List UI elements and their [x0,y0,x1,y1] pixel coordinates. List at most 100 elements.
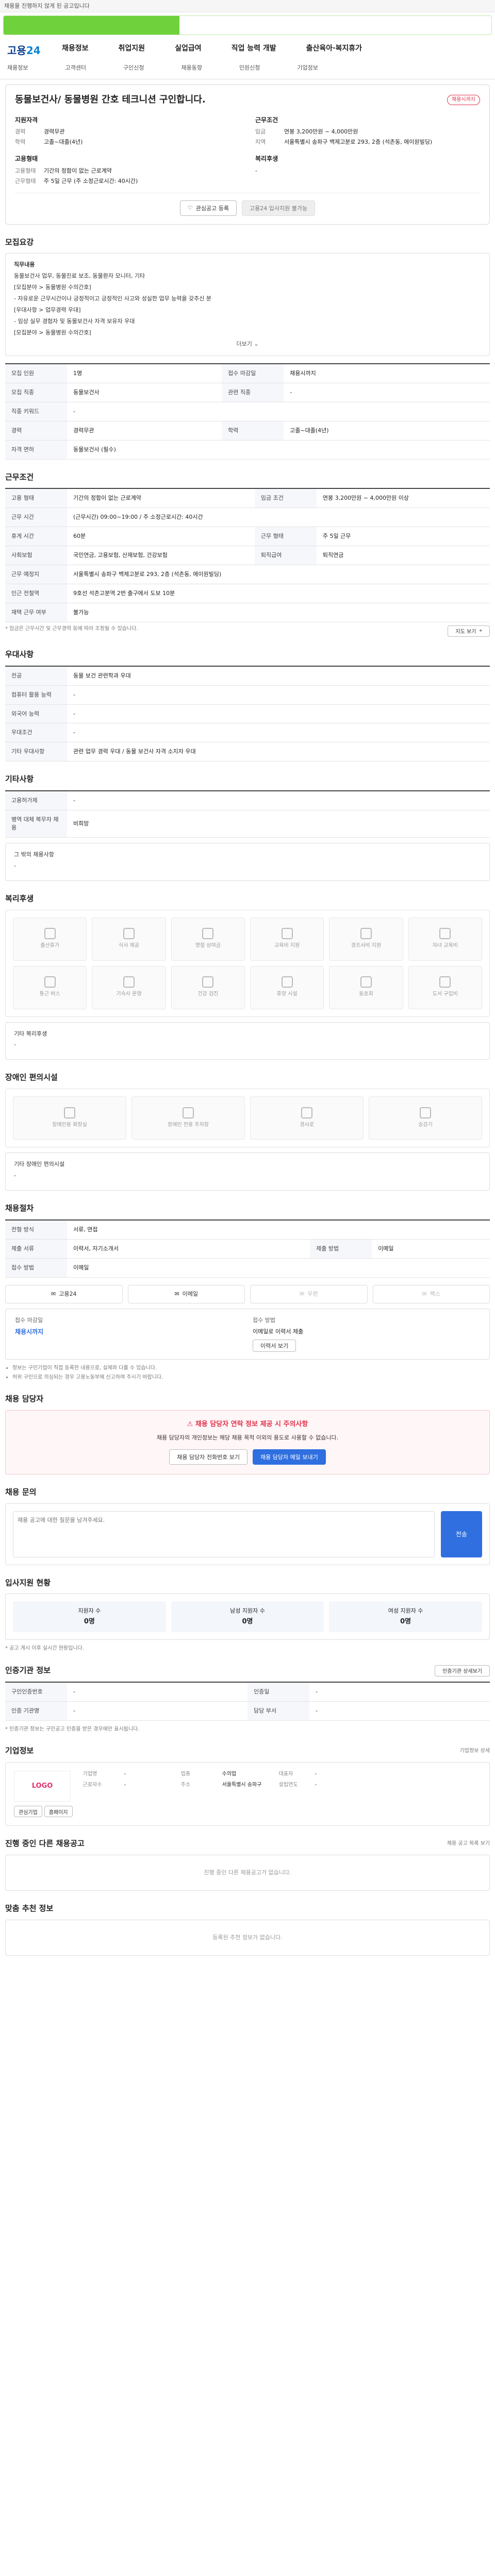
agency-detail-button[interactable]: 인증기관 상세보기 [435,1665,490,1676]
table-row: 근무 시간 (근무시간) 09:00~19:00 / 주 소정근로시간: 40시간 [5,507,490,528]
kv-label: 경력 [15,128,26,135]
kv-value: 서울특별시 송파구 백제고분로 293, 2층 (석촌동, 에이원빌딩) [284,139,433,146]
apply-method-2[interactable]: ✉ 우편 [250,1284,368,1303]
interest-button[interactable]: ♡ 관심공고 등록 [179,200,237,216]
warning-icon: ⚠ [187,1420,193,1429]
kv-label: 임금 [255,128,266,135]
company-value: 서울특별시 송파구 [222,1782,262,1788]
sub-nav: 채용정보 고객센터 구인신청 채용동향 민원신청 기업정보 [7,64,318,72]
work-table: 고용 형태 기간의 정함이 없는 근로계약 임금 조건 연봉 3,200만원 ~ 4,… [5,488,490,622]
company-interest-button[interactable]: 관심기업 [14,1806,42,1818]
welfare-icon [281,976,293,988]
site-logo[interactable]: 고용24 [7,43,41,58]
table-row: 구인인증번호 - 인증일 - [5,1682,490,1702]
apply-method-3[interactable]: ✉ 팩스 [372,1284,490,1303]
table-row: 자격 면허 동물보건사 (필수) [5,440,490,460]
company-logo: LOGO [14,1771,71,1802]
welfare-item: 출산휴가 [13,917,87,961]
subnav-item-3[interactable]: 채용동향 [181,64,202,72]
screening-table: 전형 방식 서류, 면접 제출 서류 이력서, 자기소개서 제출 방법 이메일 접수 방법 이… [5,1219,490,1278]
row-value: 불가능 [67,603,490,622]
row-value: 9호선 석촌고분역 2번 출구에서 도보 10분 [67,584,490,603]
row-value: 국민연금, 고용보험, 산재보험, 건강보험 [67,546,255,566]
stat-value: 0명 [400,1618,411,1626]
nav-item-3[interactable]: 직업 능력 개발 [232,43,276,54]
subnav-item-4[interactable]: 민원신청 [239,64,260,72]
more-link[interactable]: 더보기 ⌄ [14,340,481,348]
table-row: 기타 우대사항 관련 업무 경력 우대 / 동물 보건사 자격 소지자 우대 [5,742,490,762]
row-value: - [67,723,490,743]
apply-disabled-button[interactable]: 고용24 입사지원 불가능 [242,200,316,216]
subnav-item-5[interactable]: 기업정보 [297,64,318,72]
welfare-item: 기숙사 운영 [92,965,166,1009]
subnav-item-2[interactable]: 구인신청 [123,64,144,72]
table-row: 인근 전철역 9호선 석촌고분역 2번 출구에서 도보 10분 [5,584,490,603]
duty-line: [모집분야 > 동물병원 수의간호] [14,329,91,336]
duty-box: 직무내용 동물보건사 업무, 동물진료 보조, 동물환자 모니터, 기타 [모집분… [5,253,490,356]
nav-item-0[interactable]: 채용정보 [62,43,89,54]
subnav-item-1[interactable]: 고객센터 [65,64,86,72]
notice-bar: 채용을 진행하지 않게 된 공고입니다 [0,0,495,12]
row-label: 전형 방식 [5,1219,67,1240]
apply-method-0[interactable]: ✉ 고용24 [5,1284,123,1303]
row-label: 병역 대체 복무자 채용 [5,810,67,838]
notice-text: 채용을 진행하지 않게 된 공고입니다 [4,2,90,9]
mail-contact-button[interactable]: 채용 담당자 메일 보내기 [253,1449,326,1465]
apply-method-grid: ✉ 고용24 ✉ 이메일 ✉ 우편 ✉ 팩스 [5,1284,490,1303]
row-label: 접수 방법 [5,1258,67,1278]
row-label: 자격 면허 [5,440,67,460]
other-jobs-section: 진행 중인 다른 채용공고 채용 공고 목록 보기 진행 중인 다른 채용공고가… [5,1838,490,1891]
table-row: 전공 동물 보건 관련학과 우대 [5,666,490,686]
agency-section: 인증기관 정보 인증기관 상세보기 구인인증번호 - 인증일 - 인증 기관명 - 담당 부… [5,1665,490,1733]
recruit-section: 모집요강 직무내용 동물보건사 업무, 동물진료 보조, 동물환자 모니터, 기… [5,237,490,460]
kv-label: 학력 [15,139,26,146]
stat-value: 0명 [242,1618,253,1626]
subnav-item-0[interactable]: 채용정보 [7,64,28,72]
row-value: 주 5일 근무 [316,527,490,547]
company-label: 근로자수 [82,1782,102,1788]
stats-grid: 지원자 수 0명 남성 지원자 수 0명 여성 지원자 수 0명 [5,1594,490,1640]
facility-item: 경사로 [250,1096,364,1140]
welfare-item: 경조사비 지원 [329,917,403,961]
inquiry-input[interactable] [13,1511,435,1557]
table-row: 경력 경력무관 학력 고졸~대졸(4년) [5,421,490,440]
welfare-item: 교육비 지원 [250,917,324,961]
row-value: 고졸~대졸(4년) [284,421,490,440]
company-more-link[interactable]: 기업정보 상세 [460,1748,490,1755]
welfare-summary-block: 복리후생 - [255,155,278,174]
apply-method-1[interactable]: ✉ 이메일 [127,1284,245,1303]
company-label: 주소 [180,1782,191,1788]
kv-value: 경력무관 [44,128,65,135]
nav-item-1[interactable]: 취업지원 [119,43,145,54]
welfare-icon [281,928,293,940]
row-label: 외국어 능력 [5,704,67,724]
method-icon: ✉ [300,1290,305,1297]
welfare-label: 자녀 교육비 [432,943,458,949]
table-row: 외국어 능력 - [5,704,490,724]
table-row: 접수 방법 이메일 [5,1258,490,1278]
welfare-icon [202,976,214,988]
row-value: 경력무관 [67,421,222,440]
kv-value: 기간의 정함이 없는 근로계약 [44,167,112,174]
company-site-button[interactable]: 홈페이지 [44,1806,73,1818]
row-value: (근무시간) 09:00~19:00 / 주 소정근로시간: 40시간 [67,507,490,528]
welfare-icon [44,928,56,940]
employment-block: 고용형태 고용형태 기간의 정함이 없는 근로계약 근무형태 주 5일 근무 (주 소… [15,155,240,185]
call-contact-button[interactable]: 채용 담당자 전화번호 보기 [169,1449,248,1465]
stat-label: 지원자 수 [78,1607,101,1615]
prefer-section: 우대사항 전공 동물 보건 관련학과 우대 컴퓨터 활용 능력 - 외국어 능력 - 우대조… [5,649,490,762]
job-list-link[interactable]: 채용 공고 목록 보기 [447,1840,490,1848]
row-label: 모집 직종 [5,383,67,402]
row-value: 동물보건사 [67,383,222,402]
row-label: 경력 [5,421,67,440]
resume-view-button[interactable]: 이력서 보기 [253,1340,296,1352]
nav-item-4[interactable]: 출산육아·복지휴가 [306,43,362,54]
condition-block: 근무조건 임금 연봉 3,200만원 ~ 4,000만원 지역 서울특별시 송파구 백… [255,116,480,146]
other-table: 고용허가제 - 병역 대체 복무자 채용 비희망 [5,790,490,838]
map-button[interactable]: 지도 보기 ⌖ [448,625,490,637]
company-label: 설립연도 [278,1782,298,1788]
row-label: 전공 [5,666,67,686]
nav-item-2[interactable]: 실업급여 [175,43,202,54]
qualification-block: 지원자격 경력 경력무관 학력 고졸~대졸(4년) [15,116,240,146]
inquiry-send-button[interactable]: 전송 [441,1511,482,1557]
